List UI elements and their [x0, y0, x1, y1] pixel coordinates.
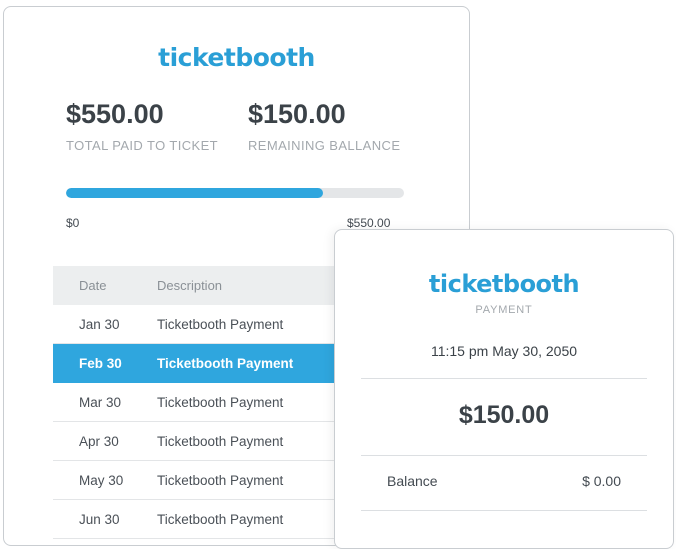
balance-value: $ 0.00	[582, 473, 621, 489]
receipt-balance-line: Balance $ 0.00	[387, 473, 621, 489]
column-header-date: Date	[79, 278, 107, 293]
row-date: Feb 30	[79, 355, 122, 371]
row-date: May 30	[79, 472, 124, 488]
progress-min-label: $0	[66, 216, 80, 230]
remaining-balance-amount: $150.00	[248, 99, 346, 129]
total-paid-label: TOTAL PAID TO TICKET	[66, 138, 218, 153]
row-date: Mar 30	[79, 394, 122, 410]
progress-max-label: $550.00	[347, 216, 391, 230]
row-date: Jan 30	[79, 316, 120, 332]
remaining-balance-label: REMAINING BALLANCE	[248, 138, 401, 153]
ticketbooth-logo: ticketbooth	[158, 43, 315, 72]
receipt-datetime: 11:15 pm May 30, 2050	[430, 343, 578, 359]
receipt-divider	[361, 378, 647, 379]
receipt-subtitle: PAYMENT	[475, 304, 533, 316]
receipt-amount: $150.00	[458, 401, 550, 429]
receipt-ticketbooth-logo: ticketbooth	[428, 270, 580, 298]
row-date: Jun 30	[79, 511, 120, 527]
receipt-divider	[361, 455, 647, 456]
payment-progress-fill	[66, 188, 323, 198]
payment-receipt-card: ticketbooth PAYMENT 11:15 pm May 30, 205…	[334, 229, 674, 549]
payment-progress-bar	[66, 188, 404, 198]
total-paid-amount: $550.00	[66, 99, 164, 129]
row-date: Apr 30	[79, 433, 119, 449]
receipt-divider	[361, 510, 647, 511]
balance-label: Balance	[387, 473, 438, 489]
